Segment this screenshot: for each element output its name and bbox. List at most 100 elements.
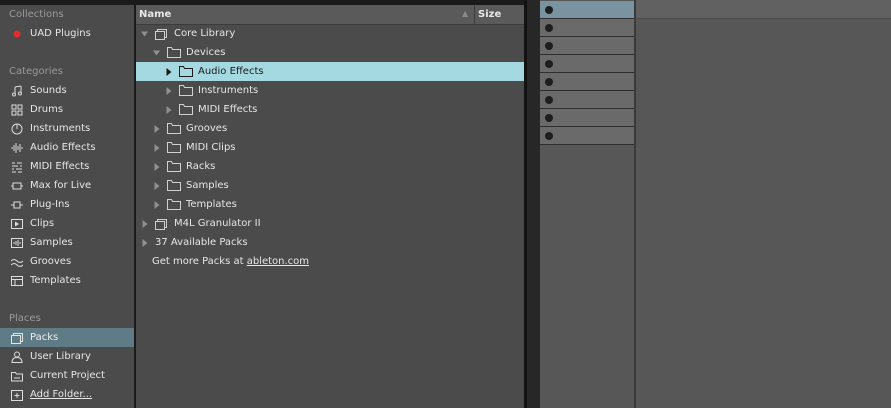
sidebar-item-audio-effects[interactable]: Audio Effects — [0, 138, 134, 157]
clip-slot[interactable] — [540, 19, 634, 37]
pack-icon — [155, 218, 169, 230]
browser-content-pane: Name ▲ Size Core Library Devices Audio E… — [136, 5, 553, 408]
name-column-header[interactable]: Name — [139, 9, 171, 20]
folder-icon — [179, 85, 193, 97]
pane-splitter[interactable] — [524, 0, 540, 408]
sidebar-item-label: Max for Live — [30, 180, 92, 191]
categories-title: Categories — [9, 66, 63, 77]
clip-slot[interactable] — [540, 127, 634, 145]
tree-row-label: Devices — [186, 47, 226, 58]
collapsed-arrow-icon[interactable] — [165, 67, 173, 76]
clip-slot[interactable] — [540, 91, 634, 109]
collapsed-arrow-icon[interactable] — [153, 162, 161, 171]
size-column-header[interactable]: Size — [478, 9, 501, 20]
max-for-live-icon — [10, 179, 24, 193]
tree-row-label: 37 Available Packs — [155, 237, 248, 248]
clip-stop-button[interactable] — [545, 96, 553, 104]
folder-icon — [167, 199, 181, 211]
get-more-packs-row: Get more Packs at ableton.com — [136, 252, 540, 271]
tree-row-samples[interactable]: Samples — [136, 176, 541, 195]
tree-row-core-library[interactable]: Core Library — [136, 24, 529, 43]
templates-icon — [10, 274, 24, 288]
clip-stop-button[interactable] — [545, 60, 553, 68]
collapsed-arrow-icon[interactable] — [165, 105, 173, 114]
sidebar-item-label: User Library — [30, 351, 91, 362]
sidebar-item-drums[interactable]: Drums — [0, 100, 134, 119]
tree-row-label: Racks — [186, 161, 216, 172]
collapsed-arrow-icon[interactable] — [153, 200, 161, 209]
tree-row-label: Samples — [186, 180, 229, 191]
clip-slot[interactable] — [540, 109, 634, 127]
tree-row-templates[interactable]: Templates — [136, 195, 541, 214]
clip-stop-button[interactable] — [545, 24, 553, 32]
ableton-link[interactable]: ableton.com — [247, 256, 309, 267]
sidebar-item-samples[interactable]: Samples — [0, 233, 134, 252]
midi-effects-icon — [10, 160, 24, 174]
sidebar-item-instruments[interactable]: Instruments — [0, 119, 134, 138]
collapsed-arrow-icon[interactable] — [141, 238, 149, 247]
user-icon — [10, 350, 24, 364]
clip-slot[interactable] — [540, 1, 634, 19]
collapsed-arrow-icon[interactable] — [141, 219, 149, 228]
folder-icon — [179, 66, 193, 78]
tree-row-devices[interactable]: Devices — [136, 43, 541, 62]
clip-stop-button[interactable] — [545, 132, 553, 140]
folder-icon — [167, 123, 181, 135]
collapsed-arrow-icon[interactable] — [153, 181, 161, 190]
sidebar-item-label: Plug-Ins — [30, 199, 70, 210]
tree-row-audio-effects[interactable]: Audio Effects — [136, 62, 553, 81]
sidebar-item-label: Audio Effects — [30, 142, 96, 153]
sidebar-item-packs[interactable]: Packs — [0, 328, 134, 347]
grooves-icon — [10, 255, 24, 269]
sidebar-item-uad-plugins[interactable]: UAD Plugins — [0, 24, 134, 43]
clip-stop-button[interactable] — [545, 42, 553, 50]
tree-row-available-packs[interactable]: 37 Available Packs — [136, 233, 529, 252]
clip-stop-button[interactable] — [545, 6, 553, 14]
folder-icon — [167, 47, 181, 59]
sounds-icon — [10, 84, 24, 98]
audio-effects-icon — [10, 141, 24, 155]
browser-sidebar: Collections UAD Plugins Categories Sound… — [0, 5, 134, 408]
clip-slot[interactable] — [540, 55, 634, 73]
sidebar-item-sounds[interactable]: Sounds — [0, 81, 134, 100]
tree-row-m4l-granulator[interactable]: M4L Granulator II — [136, 214, 529, 233]
sidebar-item-label: Instruments — [30, 123, 91, 134]
sort-ascending-icon[interactable]: ▲ — [462, 9, 468, 18]
tree-row-label: Templates — [186, 199, 237, 210]
clip-stop-button[interactable] — [545, 114, 553, 122]
collapsed-arrow-icon[interactable] — [165, 86, 173, 95]
sidebar-item-plugins[interactable]: Plug-Ins — [0, 195, 134, 214]
tree-row-racks[interactable]: Racks — [136, 157, 541, 176]
sidebar-item-grooves[interactable]: Grooves — [0, 252, 134, 271]
sidebar-item-label: Clips — [30, 218, 55, 229]
sidebar-item-clips[interactable]: Clips — [0, 214, 134, 233]
sidebar-item-label: Sounds — [30, 85, 67, 96]
sidebar-item-user-library[interactable]: User Library — [0, 347, 134, 366]
clip-slot[interactable] — [540, 37, 634, 55]
collapsed-arrow-icon[interactable] — [153, 143, 161, 152]
tree-row-label: MIDI Effects — [198, 104, 258, 115]
add-folder-icon — [10, 388, 24, 402]
sidebar-item-label: Current Project — [30, 370, 105, 381]
clip-slot[interactable] — [540, 73, 634, 91]
instruments-icon — [10, 122, 24, 136]
sidebar-item-midi-effects[interactable]: MIDI Effects — [0, 157, 134, 176]
folder-icon — [179, 104, 193, 116]
tree-row-label: MIDI Clips — [186, 142, 236, 153]
expanded-arrow-icon[interactable] — [153, 49, 161, 57]
column-divider[interactable] — [474, 5, 475, 24]
sidebar-item-label: Templates — [30, 275, 81, 286]
tree-row-midi-effects[interactable]: MIDI Effects — [136, 100, 553, 119]
tree-row-midi-clips[interactable]: MIDI Clips — [136, 138, 541, 157]
sidebar-item-add-folder[interactable]: Add Folder... — [0, 385, 134, 404]
sidebar-item-max-for-live[interactable]: Max for Live — [0, 176, 134, 195]
project-icon — [10, 369, 24, 383]
clip-stop-button[interactable] — [545, 78, 553, 86]
tree-row-grooves[interactable]: Grooves — [136, 119, 541, 138]
sidebar-item-current-project[interactable]: Current Project — [0, 366, 134, 385]
plugins-icon — [10, 198, 24, 212]
sidebar-item-templates[interactable]: Templates — [0, 271, 134, 290]
collapsed-arrow-icon[interactable] — [153, 124, 161, 133]
expanded-arrow-icon[interactable] — [141, 30, 149, 38]
tree-row-instruments[interactable]: Instruments — [136, 81, 553, 100]
